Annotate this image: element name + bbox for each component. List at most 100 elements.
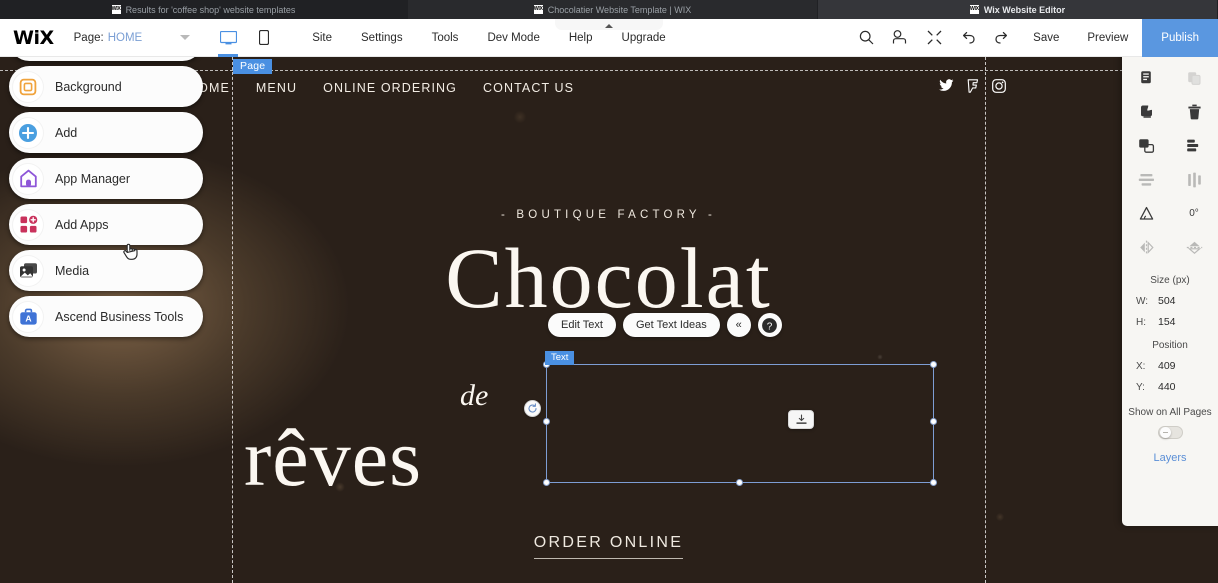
browser-tab-3[interactable]: WIX Wix Website Editor: [818, 0, 1218, 19]
delete-trash-icon[interactable]: [1170, 96, 1218, 127]
position-x-value: 409: [1158, 360, 1176, 372]
align-horizontal-icon[interactable]: [1122, 164, 1170, 195]
sidebar-item-media[interactable]: Media: [9, 250, 203, 291]
duplicate-icon[interactable]: [1122, 96, 1170, 127]
device-switcher: [216, 19, 276, 57]
paste-icon[interactable]: [1170, 62, 1218, 93]
chevron-up-icon: [605, 24, 613, 28]
show-on-all-pages-toggle[interactable]: [1157, 425, 1183, 439]
preview-button[interactable]: Preview: [1073, 32, 1142, 44]
sidebar-item-add-apps[interactable]: Add Apps: [9, 204, 203, 245]
add-apps-grid-icon: [13, 209, 43, 240]
rotate-icon[interactable]: [1122, 198, 1170, 229]
height-value: 154: [1158, 316, 1176, 328]
sidebar-item-label: Ascend Business Tools: [55, 309, 184, 324]
position-y-field[interactable]: Y: 440: [1122, 381, 1218, 393]
menu-tools[interactable]: Tools: [432, 32, 459, 44]
width-field[interactable]: W: 504: [1122, 295, 1218, 307]
app-manager-home-icon: [13, 163, 43, 194]
hero-eyebrow-text[interactable]: - BOUTIQUE FACTORY -: [232, 209, 985, 221]
send-backward-icon[interactable]: [1170, 130, 1218, 161]
sidebar-item-ascend-business-tools[interactable]: A Ascend Business Tools: [9, 296, 203, 337]
editor-sidebar: Menus & Pages Background Add App Manager: [9, 20, 205, 342]
properties-panel: ? ×: [1122, 31, 1218, 526]
toolbar-collapse-tab[interactable]: [555, 19, 663, 30]
menu-upgrade[interactable]: Upgrade: [622, 32, 666, 44]
browser-tab-1[interactable]: WIX Results for 'coffee shop' website te…: [0, 0, 408, 19]
edit-text-button[interactable]: Edit Text: [548, 313, 616, 337]
hero-title-text[interactable]: Chocolat: [232, 235, 985, 321]
rotation-angle-value[interactable]: 0°: [1170, 198, 1218, 229]
order-online-link[interactable]: ORDER ONLINE: [232, 534, 985, 559]
page-guide-left: [232, 57, 233, 583]
zoom-out-icon[interactable]: [917, 19, 951, 57]
desktop-icon[interactable]: [216, 19, 240, 57]
redo-icon[interactable]: [985, 19, 1019, 57]
browser-tab-2-title: Chocolatier Website Template | WIX: [547, 4, 692, 15]
toolbar-right-group: Save Preview Publish: [849, 18, 1218, 57]
hand-pointer-cursor: [122, 241, 140, 266]
page-selector-value: HOME: [107, 31, 143, 44]
wix-favicon-icon: WIX: [969, 5, 979, 14]
resize-handle-bottom-center[interactable]: [736, 479, 743, 486]
menu-settings[interactable]: Settings: [361, 32, 403, 44]
resize-handle-top-right[interactable]: [930, 361, 937, 368]
instagram-icon[interactable]: [992, 78, 1006, 98]
page-guide-right: [985, 57, 986, 583]
page-selector[interactable]: Page: HOME: [74, 32, 191, 44]
save-button[interactable]: Save: [1019, 32, 1073, 44]
sidebar-item-label: Add Apps: [55, 217, 109, 232]
browser-tab-strip: WIX Results for 'coffee shop' website te…: [0, 0, 1218, 19]
wix-favicon-icon: WIX: [533, 5, 543, 14]
align-vertical-icon[interactable]: [1170, 164, 1218, 195]
ascend-briefcase-icon: A: [13, 301, 43, 332]
chevron-down-icon[interactable]: [180, 35, 191, 40]
site-nav-item-online-ordering[interactable]: ONLINE ORDERING: [323, 81, 457, 95]
publish-button[interactable]: Publish: [1142, 18, 1218, 57]
position-section-title: Position: [1152, 340, 1188, 351]
sidebar-item-background[interactable]: Background: [9, 66, 203, 107]
twitter-icon[interactable]: [939, 79, 954, 97]
site-nav-item-menu[interactable]: MENU: [256, 81, 297, 95]
wix-logo[interactable]: WiX: [0, 27, 74, 49]
selection-box[interactable]: [543, 361, 937, 486]
site-nav-item-contact-us[interactable]: CONTACT US: [483, 81, 574, 95]
browser-tab-2[interactable]: WIX Chocolatier Website Template | WIX: [408, 0, 818, 19]
width-label: W:: [1136, 295, 1149, 307]
resize-handle-middle-right[interactable]: [930, 418, 937, 425]
page-section-badge[interactable]: Page: [233, 59, 273, 74]
copy-icon[interactable]: [1122, 62, 1170, 93]
media-photo-icon: [13, 255, 43, 286]
flip-horizontal-icon[interactable]: [1122, 232, 1170, 263]
properties-panel-actions: 0°: [1122, 62, 1218, 263]
flip-vertical-icon[interactable]: [1170, 232, 1218, 263]
menu-dev-mode[interactable]: Dev Mode: [487, 32, 539, 44]
wix-favicon-icon: WIX: [111, 5, 121, 14]
rotate-handle-icon[interactable]: [524, 400, 541, 417]
svg-text:A: A: [25, 313, 31, 323]
search-icon[interactable]: [849, 19, 883, 57]
resize-handle-bottom-left[interactable]: [543, 479, 550, 486]
sidebar-item-label: Media: [55, 263, 90, 278]
menu-site[interactable]: Site: [312, 32, 332, 44]
bring-forward-icon[interactable]: [1122, 130, 1170, 161]
foursquare-icon[interactable]: [967, 78, 979, 98]
menu-help[interactable]: Help: [569, 32, 593, 44]
sidebar-item-add[interactable]: Add: [9, 112, 203, 153]
undo-icon[interactable]: [951, 19, 985, 57]
user-icon[interactable]: [883, 19, 917, 57]
collapse-left-icon[interactable]: «: [726, 313, 751, 337]
layers-link[interactable]: Layers: [1122, 452, 1218, 464]
resize-handle-bottom-right[interactable]: [930, 479, 937, 486]
help-icon[interactable]: ?: [757, 313, 782, 337]
width-value: 504: [1158, 295, 1176, 307]
mobile-icon[interactable]: [252, 19, 276, 57]
position-x-field[interactable]: X: 409: [1122, 360, 1218, 372]
resize-handle-middle-left[interactable]: [543, 418, 550, 425]
height-field[interactable]: H: 154: [1122, 316, 1218, 328]
align-vertical-icon[interactable]: [788, 410, 814, 429]
hero-connector-text[interactable]: de: [460, 379, 488, 413]
site-social-icons: [939, 78, 1006, 98]
sidebar-item-app-manager[interactable]: App Manager: [9, 158, 203, 199]
get-text-ideas-button[interactable]: Get Text Ideas: [623, 313, 720, 337]
